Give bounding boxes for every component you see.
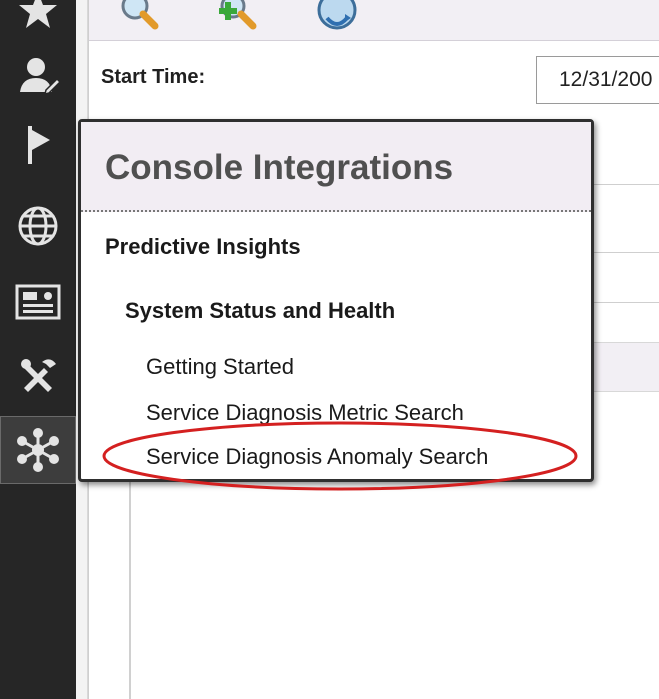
left-navigation-bar	[0, 0, 76, 699]
tools-icon	[16, 354, 60, 398]
start-time-field[interactable]: 12/31/200	[536, 56, 659, 104]
nav-dashboard-button[interactable]	[0, 270, 76, 334]
menu-item-metric-search[interactable]: Service Diagnosis Metric Search	[146, 400, 464, 426]
nav-favorites-button[interactable]	[0, 0, 76, 42]
flag-icon	[18, 122, 58, 166]
nav-tools-button[interactable]	[0, 344, 76, 408]
star-icon	[18, 0, 58, 30]
nav-console-integrations-button[interactable]	[0, 416, 76, 484]
search-icon[interactable]	[117, 0, 163, 39]
menu-item-getting-started[interactable]: Getting Started	[146, 354, 294, 380]
dashboard-panel-icon	[15, 282, 61, 322]
console-integrations-menu: Console Integrations Predictive Insights…	[78, 119, 594, 482]
globe-icon	[16, 204, 60, 248]
menu-subsection-system-status: System Status and Health	[125, 298, 396, 323]
nav-events-button[interactable]	[0, 112, 76, 176]
user-edit-icon	[16, 54, 60, 98]
results-pane-border	[129, 480, 131, 699]
integrations-hub-icon	[15, 427, 61, 473]
toolbar	[89, 0, 659, 41]
menu-section-predictive-insights: Predictive Insights	[105, 234, 301, 259]
menu-title: Console Integrations	[105, 148, 454, 187]
menu-item-anomaly-search[interactable]: Service Diagnosis Anomaly Search	[146, 444, 488, 470]
menu-header: Console Integrations	[81, 122, 591, 212]
refresh-icon[interactable]	[315, 0, 361, 39]
nav-network-button[interactable]	[0, 194, 76, 258]
nav-user-admin-button[interactable]	[0, 44, 76, 108]
start-time-label: Start Time:	[101, 66, 206, 88]
add-search-icon[interactable]	[213, 0, 259, 39]
